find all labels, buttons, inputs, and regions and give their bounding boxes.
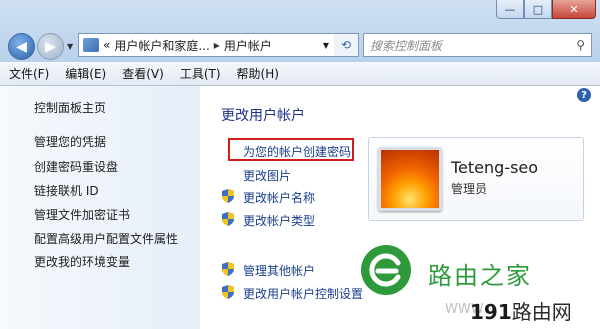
menu-view[interactable]: 查看(V) [113,65,171,82]
breadcrumb-user-accounts[interactable]: 用户帐户 [224,37,272,54]
watermark-site: 191路由网 [470,296,572,325]
search-placeholder: 搜索控制面板 [370,38,443,53]
menu-file[interactable]: 文件(F) [0,65,56,82]
back-arrow-icon[interactable]: ◀ [8,33,35,60]
change-account-name-link[interactable]: 更改帐户名称 [243,189,315,206]
watermark-site-prefix: 191 [470,300,512,324]
window-controls: — □ ✕ [496,0,596,19]
uac-shield-icon [222,189,234,203]
help-icon[interactable]: ? [577,88,591,102]
menu-edit[interactable]: 编辑(E) [56,65,113,82]
sidebar-item-control-panel-home[interactable]: 控制面板主页 [34,99,106,116]
refresh-icon[interactable]: ⟲ [334,33,359,57]
uac-shield-icon [222,285,234,299]
address-bar[interactable]: « 用户帐户和家庭... ▸ 用户帐户 ▼ [78,33,336,57]
sidebar-item-environment-variables[interactable]: 更改我的环境变量 [34,253,130,270]
forward-arrow-icon[interactable]: ▶ [37,33,64,60]
maximize-icon[interactable]: □ [524,0,552,19]
user-role: 管理员 [451,182,488,196]
control-panel-icon [83,38,99,52]
change-uac-settings-link[interactable]: 更改用户帐户控制设置 [243,285,363,302]
breadcrumb-chevron[interactable]: « [103,38,110,52]
sidebar-item-link-online-id[interactable]: 链接联机 ID [34,182,99,199]
page-title: 更改用户帐户 [221,108,305,124]
change-account-type-link[interactable]: 更改帐户类型 [243,212,315,229]
watermark-logo-icon [361,245,411,295]
uac-shield-icon [222,262,234,276]
search-input[interactable]: 搜索控制面板 ⚲ [363,33,592,57]
menu-bar: 文件(F) 编辑(E) 查看(V) 工具(T) 帮助(H) [0,62,600,86]
user-name: Teteng-seo [451,158,539,177]
uac-shield-icon [222,212,234,226]
user-avatar [378,147,442,211]
close-icon[interactable]: ✕ [552,0,596,19]
sidebar-item-manage-encryption-certs[interactable]: 管理文件加密证书 [34,206,130,223]
breadcrumb-separator-icon[interactable]: ▸ [214,38,220,52]
watermark-brand: 路由之家 [428,262,532,290]
recent-pages-dropdown-icon[interactable]: ▼ [67,42,73,51]
minimize-icon[interactable]: — [496,0,524,19]
watermark-site-suffix: 路由网 [511,300,572,324]
sidebar-item-create-reset-disk[interactable]: 创建密码重设盘 [34,158,118,175]
manage-other-accounts-link[interactable]: 管理其他帐户 [243,262,315,279]
change-picture-link[interactable]: 更改图片 [243,167,291,184]
address-dropdown-icon[interactable]: ▼ [323,41,329,50]
sidebar-item-manage-credentials[interactable]: 管理您的凭据 [34,133,106,150]
sidebar-item-advanced-profile-properties[interactable]: 配置高级用户配置文件属性 [34,230,178,247]
search-icon[interactable]: ⚲ [576,38,585,52]
breadcrumb-user-accounts-family[interactable]: 用户帐户和家庭... [114,37,209,54]
menu-help[interactable]: 帮助(H) [228,65,286,82]
create-password-link[interactable]: 为您的帐户创建密码 [243,143,351,160]
navigation-buttons: ◀ ▶ ▼ [8,33,73,60]
menu-tools[interactable]: 工具(T) [171,65,228,82]
